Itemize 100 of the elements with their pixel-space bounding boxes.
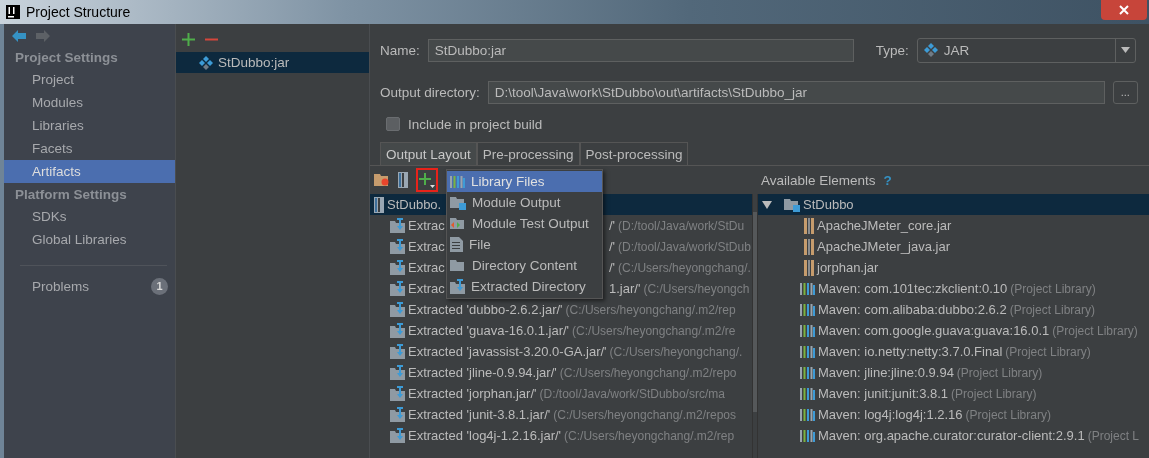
tree-item[interactable]: Extracted 'jline-0.9.94.jar/': [408, 365, 557, 380]
extracted-folder-icon: [390, 239, 405, 254]
archive-icon[interactable]: [374, 196, 384, 213]
tree-item-tail: /': [609, 218, 616, 233]
sidebar-item[interactable]: Modules: [4, 91, 175, 114]
tree-item[interactable]: Extrac: [408, 239, 445, 254]
tree-item[interactable]: StDubbo.: [387, 197, 442, 212]
tree-item-path: (D:/tool/Java/work/StDub: [618, 239, 751, 254]
tree-item[interactable]: Extracted 'dubbo-2.6.2.jar/': [408, 302, 563, 317]
extracted-folder-icon: [390, 281, 405, 296]
add-button[interactable]: [416, 168, 438, 192]
tree-item[interactable]: ApacheJMeter_java.jar: [817, 239, 950, 254]
type-dropdown[interactable]: JAR: [916, 37, 1136, 63]
tree-item[interactable]: Maven: junit:junit:3.8.1: [818, 386, 949, 401]
tree-item-tail: 1.jar/': [609, 281, 641, 296]
tree-item[interactable]: Extracted 'guava-16.0.1.jar/': [408, 323, 570, 338]
expand-arrow-icon[interactable]: [762, 199, 772, 210]
extracted-folder-icon: [390, 260, 405, 275]
new-folder-icon[interactable]: [374, 173, 390, 187]
include-label: Include in project build: [408, 116, 543, 132]
browse-button[interactable]: ...: [1112, 80, 1138, 104]
section-title: Platform Settings: [14, 186, 128, 204]
help-link[interactable]: ?: [883, 172, 892, 188]
extracted-folder-icon: [390, 428, 405, 443]
tree-item-path: (D:/tool/Java/work/StDu: [618, 218, 745, 233]
tree-item[interactable]: Extracted 'junit-3.8.1.jar/': [408, 407, 551, 422]
tab[interactable]: Post-processing: [579, 142, 689, 165]
extracted-folder-icon: [390, 365, 405, 380]
tree-item[interactable]: Extrac: [408, 260, 445, 275]
extracted-folder-icon: [390, 218, 405, 233]
library-note: (Project Library): [965, 407, 1051, 422]
extracted-folder-icon: [390, 386, 405, 401]
tree-item[interactable]: Extracted 'javassist-3.20.0-GA.jar/': [408, 344, 607, 359]
menu-item[interactable]: Module Test Output: [447, 213, 602, 234]
menu-item[interactable]: Extracted Directory: [447, 276, 602, 297]
tree-item[interactable]: Extracted 'jorphan.jar/': [408, 386, 537, 401]
library-note: (Project Library): [1005, 344, 1091, 359]
section-title: Project Settings: [14, 49, 119, 67]
window-title: Project Structure: [26, 4, 131, 20]
file-icon: [450, 237, 463, 252]
module-folder-icon: [450, 195, 466, 210]
name-label: Name:: [380, 42, 420, 58]
output-directory-field[interactable]: D:\tool\Java\work\StDubbo\out\artifacts\StDubbo_jar: [487, 80, 1105, 104]
tree-item[interactable]: Maven: jline:jline:0.9.94: [818, 365, 954, 380]
tree-item[interactable]: StDubbo: [803, 197, 854, 212]
artifact-icon: [199, 55, 213, 70]
folder-icon: [450, 258, 466, 273]
sidebar-item[interactable]: Problems: [32, 278, 90, 294]
menu-item[interactable]: Directory Content: [447, 255, 602, 276]
tree-item[interactable]: Extrac: [408, 281, 445, 296]
library-note: (Project Library): [1052, 323, 1138, 338]
tree-item[interactable]: ApacheJMeter_core.jar: [817, 218, 952, 233]
app-logo-icon: [6, 5, 20, 19]
sidebar-item[interactable]: SDKs: [4, 205, 175, 228]
tree-item[interactable]: Maven: com.alibaba:dubbo:2.6.2: [818, 302, 1007, 317]
tree-item-path: (C:/Users/heyongchang/.m2/repos: [553, 407, 737, 422]
menu-item[interactable]: Library Files: [447, 171, 602, 192]
add-icon: [419, 172, 435, 188]
tree-item-path: (C:/Users/heyongchang/.m2/repo: [559, 365, 737, 380]
menu-item[interactable]: Module Output: [447, 192, 602, 213]
output-directory-label: Output directory:: [380, 84, 480, 100]
tree-item-path: (C:/Users/heyongchang/.: [618, 260, 751, 275]
dropdown-arrow-icon: [1120, 47, 1130, 53]
include-checkbox[interactable]: [386, 117, 400, 131]
tree-item[interactable]: Maven: io.netty:netty:3.7.0.Final: [818, 344, 1003, 359]
jar-icon: [804, 259, 814, 276]
tab[interactable]: Pre-processing: [476, 142, 580, 165]
library-icon: [800, 408, 815, 421]
tree-item[interactable]: Maven: log4j:log4j:1.2.16: [818, 407, 963, 422]
tree-item-tail: /': [609, 260, 616, 275]
sidebar-item[interactable]: Libraries: [4, 114, 175, 137]
tree-item[interactable]: Extrac: [408, 218, 445, 233]
back-arrow-icon[interactable]: [12, 30, 26, 42]
close-button[interactable]: [1101, 0, 1147, 20]
add-icon[interactable]: [182, 32, 195, 46]
sidebar-item[interactable]: Facets: [4, 137, 175, 160]
jar-type-icon: [923, 43, 938, 57]
tab[interactable]: Output Layout: [380, 142, 477, 165]
library-note: (Project Library): [956, 365, 1043, 380]
name-field[interactable]: StDubbo:jar: [427, 38, 854, 62]
tree-item[interactable]: Extracted 'log4j-1.2.16.jar/': [408, 428, 562, 443]
archive-icon[interactable]: [398, 172, 408, 188]
artifact-item[interactable]: StDubbo:jar: [176, 52, 369, 73]
sidebar-item[interactable]: Project: [4, 68, 175, 91]
tree-item[interactable]: Maven: com.101tec:zkclient:0.10: [818, 281, 1008, 296]
remove-icon[interactable]: [205, 37, 218, 41]
sidebar-item[interactable]: Artifacts: [4, 160, 175, 183]
module-folder-icon: [784, 197, 800, 212]
tree-item-path: (C:/Users/heyongchang/.m2/rep: [565, 302, 736, 317]
count-badge: 1: [151, 277, 168, 295]
tree-item-path: (C:/Users/heyongchang/.m2/re: [572, 323, 736, 338]
test-folder-icon: [450, 216, 466, 231]
sidebar-item[interactable]: Global Libraries: [4, 228, 175, 251]
library-note: (Project Library): [951, 386, 1037, 401]
tree-item-path: (C:/Users/heyongch: [643, 281, 750, 296]
menu-item[interactable]: File: [447, 234, 602, 255]
tree-item[interactable]: jorphan.jar: [817, 260, 879, 275]
tree-item[interactable]: Maven: com.google.guava:guava:16.0.1: [818, 323, 1050, 338]
tree-item[interactable]: Maven: org.apache.curator:curator-client:2.9.1: [818, 428, 1085, 443]
library-note: (Project Library): [1010, 281, 1096, 296]
